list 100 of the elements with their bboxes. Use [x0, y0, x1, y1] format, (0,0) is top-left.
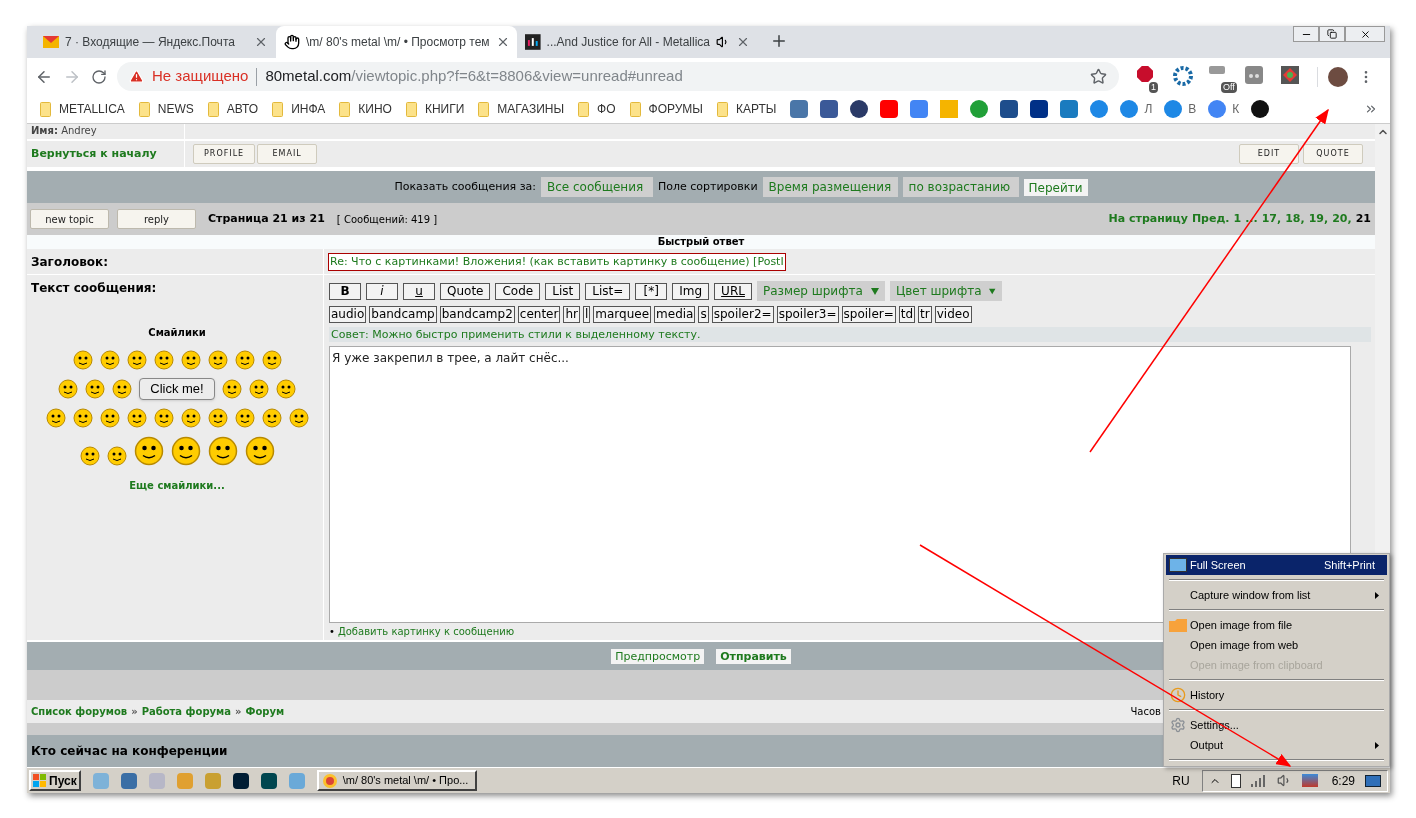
smiley-icon[interactable] — [58, 379, 79, 399]
bbcode-button[interactable]: spoiler= — [841, 306, 896, 323]
breadcrumb-link[interactable]: Форум — [245, 704, 285, 719]
page-link[interactable]: 21 — [1355, 210, 1371, 228]
dropdown[interactable]: Размер шрифта — [756, 281, 885, 301]
signal-icon[interactable] — [1250, 774, 1267, 787]
smiley-icon[interactable] — [234, 350, 255, 370]
bookmark-folder[interactable]: ФОРУМЫ — [629, 100, 703, 118]
bookmark-folder[interactable]: NEWS — [138, 100, 194, 118]
more-smilies-link[interactable]: Еще смайлики... — [129, 478, 225, 493]
smiley-icon[interactable] — [72, 408, 93, 428]
click-me-button[interactable]: Click me! — [139, 378, 215, 400]
clock-text[interactable]: 6:29 — [1331, 771, 1355, 790]
breadcrumb-link[interactable]: Список форумов — [31, 704, 128, 719]
bbcode-button[interactable]: hr — [563, 306, 580, 323]
bookmark-star-icon[interactable] — [1090, 68, 1107, 85]
forum-button[interactable]: reply — [117, 209, 196, 229]
restore-button[interactable] — [1319, 26, 1345, 42]
forum-button[interactable]: PROFILE — [193, 144, 256, 164]
forum-button[interactable]: EMAIL — [257, 144, 318, 164]
bbcode-button[interactable]: video — [934, 306, 972, 323]
bbcode-button[interactable]: [*] — [635, 282, 668, 300]
dropdown[interactable]: Все сообщения — [540, 177, 653, 197]
new-tab-icon[interactable] — [770, 32, 788, 50]
smiley-icon[interactable] — [180, 408, 201, 428]
smiley-icon[interactable] — [288, 408, 309, 428]
bookmark-folder[interactable]: МАГАЗИНЫ — [478, 100, 565, 118]
stop-sign-icon[interactable] — [1137, 65, 1153, 82]
more-bookmarks-icon[interactable] — [1364, 102, 1378, 116]
smiley-icon[interactable] — [221, 379, 242, 399]
smiley-icon[interactable] — [133, 436, 164, 466]
forum-button[interactable]: QUOTE — [1303, 144, 1363, 164]
bbcode-button[interactable]: audio — [329, 306, 367, 323]
browser-tab[interactable]: \m/ 80's metal \m/ • Просмотр тем — [276, 26, 517, 58]
bookmark-folder[interactable]: ФО — [578, 100, 616, 118]
preview-button[interactable]: Предпросмотр — [611, 648, 705, 664]
bbcode-button[interactable]: spoiler2= — [711, 306, 774, 323]
bookmark-label[interactable]: К — [1232, 100, 1240, 118]
smiley-icon[interactable] — [126, 350, 147, 370]
address-bar[interactable]: Не защищено 80metal.com/viewtopic.php?f=6&t=8806&view=unread#unread — [117, 62, 1119, 91]
browser-tab[interactable]: ...And Justice for All - Metallica — [517, 26, 758, 58]
show-desktop-icon[interactable] — [1365, 774, 1381, 787]
browser-tab[interactable]: 7 · Входящие — Яндекс.Почта — [35, 26, 276, 58]
smiley-icon[interactable] — [79, 446, 100, 466]
bbcode-button[interactable]: td — [898, 306, 916, 323]
language-indicator[interactable]: RU — [1172, 771, 1190, 790]
bbcode-button[interactable]: bandcamp — [369, 306, 437, 323]
smiley-icon[interactable] — [180, 350, 201, 370]
bookmark-folder[interactable]: АВТО — [207, 100, 259, 118]
smiley-icon[interactable] — [85, 379, 106, 399]
smiley-icon[interactable] — [248, 379, 269, 399]
subject-field[interactable]: Re: Что с картинками! Вложения! (как вставить картинку в сообщение) [PostI — [328, 252, 786, 271]
submit-button[interactable]: Отправить — [716, 648, 791, 664]
ghost-icon[interactable] — [1245, 65, 1263, 84]
bookmark-label[interactable]: В — [1188, 100, 1197, 118]
smiley-icon[interactable] — [261, 408, 282, 428]
bookmark-folder[interactable]: КНИГИ — [405, 100, 465, 118]
taskbar-window-button[interactable]: \m/ 80's metal \m/ • Про... — [316, 770, 477, 791]
menu-item[interactable]: History — [1166, 685, 1387, 705]
bookmark-folder[interactable]: METALLICA — [40, 100, 125, 118]
bbcode-button[interactable]: spoiler3= — [776, 306, 839, 323]
breadcrumb-link[interactable]: Работа форума — [141, 704, 231, 719]
smiley-icon[interactable] — [170, 436, 201, 466]
bbcode-button[interactable]: i — [366, 282, 398, 300]
smiley-icon[interactable] — [106, 446, 127, 466]
smiley-icon[interactable] — [207, 350, 228, 370]
menu-item[interactable]: Output — [1166, 735, 1387, 755]
bbcode-button[interactable]: List= — [585, 282, 631, 300]
smiley-icon[interactable] — [234, 408, 255, 428]
bookmark-label[interactable]: Л — [1144, 100, 1153, 118]
avatar[interactable] — [1328, 66, 1348, 87]
bbcode-button[interactable]: media — [654, 306, 696, 323]
smiley-icon[interactable] — [244, 436, 275, 466]
smiley-icon[interactable] — [112, 379, 133, 399]
bbcode-button[interactable]: center — [517, 306, 561, 323]
smiley-icon[interactable] — [207, 436, 238, 466]
bbcode-button[interactable]: URL — [714, 282, 752, 300]
smiley-icon[interactable] — [99, 408, 120, 428]
bbcode-button[interactable]: tr — [918, 306, 932, 323]
forum-button[interactable]: new topic — [30, 209, 109, 229]
back-to-top-link[interactable]: Вернуться к началу — [31, 145, 157, 163]
start-button[interactable]: Пуск — [29, 770, 81, 791]
bbcode-button[interactable]: s — [698, 306, 709, 323]
dropdown[interactable]: по возрастанию — [902, 177, 1019, 197]
forum-button[interactable]: EDIT — [1239, 144, 1299, 164]
smiley-icon[interactable] — [153, 350, 174, 370]
bookmark-folder[interactable]: КАРТЫ — [717, 100, 777, 118]
menu-item[interactable]: Full Screen Shift+Print — [1166, 555, 1387, 575]
smiley-icon[interactable] — [126, 408, 147, 428]
smiley-icon[interactable] — [45, 408, 66, 428]
picture-icon[interactable] — [1301, 774, 1318, 787]
smiley-icon[interactable] — [153, 408, 174, 428]
bbcode-button[interactable]: List — [545, 282, 581, 300]
bbcode-button[interactable]: Quote — [440, 282, 491, 300]
dropdown[interactable]: Время размещения — [762, 177, 898, 197]
bbcode-button[interactable]: bandcamp2 — [439, 306, 515, 323]
smiley-icon[interactable] — [72, 350, 93, 370]
cube-icon[interactable] — [1281, 65, 1299, 84]
close-icon[interactable] — [736, 35, 750, 49]
reload-icon[interactable] — [91, 68, 107, 85]
